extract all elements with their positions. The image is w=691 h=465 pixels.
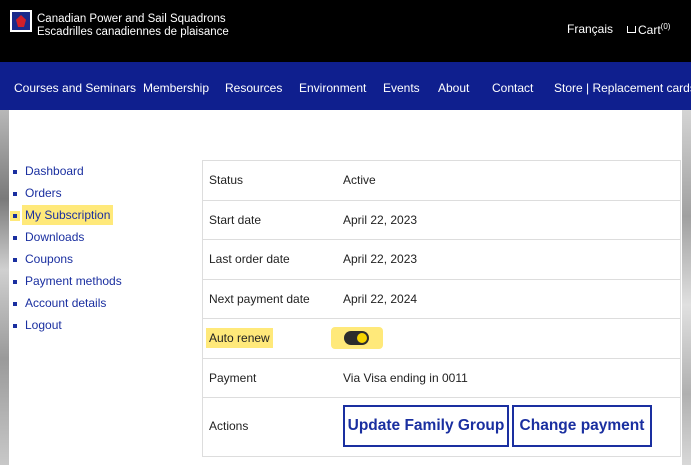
nav-about[interactable]: About: [438, 81, 469, 95]
sidebar-item-account-details[interactable]: Account details: [12, 295, 122, 317]
status-label: Status: [209, 173, 244, 187]
table-row: Auto renew: [203, 319, 680, 359]
table-row: Payment Via Visa ending in 0011: [203, 359, 680, 398]
table-row: Next payment date April 22, 2024: [203, 280, 680, 319]
subscription-table: Status Active Start date April 22, 2023 …: [202, 160, 681, 457]
cart-link[interactable]: Cart(0): [627, 22, 670, 37]
sidebar-item-coupons[interactable]: Coupons: [12, 251, 122, 273]
sidebar-item-orders[interactable]: Orders: [12, 185, 122, 207]
background-left-edge: [0, 110, 9, 465]
last-order-date-value: April 22, 2023: [343, 252, 418, 266]
table-row: Status Active: [203, 161, 680, 201]
next-payment-date-label: Next payment date: [209, 291, 310, 306]
table-row: Last order date April 22, 2023: [203, 240, 680, 280]
nav-store[interactable]: Store | Replacement cards: [554, 81, 691, 95]
table-row: Actions Update Family Group Change payme…: [203, 398, 680, 456]
table-row: Start date April 22, 2023: [203, 201, 680, 240]
status-value: Active: [343, 173, 376, 187]
sidebar-item-logout[interactable]: Logout: [12, 317, 122, 339]
cart-label: Cart: [638, 23, 661, 37]
actions-label: Actions: [209, 419, 249, 433]
payment-label: Payment: [209, 370, 257, 385]
auto-renew-label: Auto renew: [209, 331, 270, 345]
payment-value: Via Visa ending in 0011: [343, 370, 468, 385]
cart-count: (0): [660, 22, 671, 31]
sidebar-item-my-subscription[interactable]: My Subscription: [12, 207, 122, 229]
sidebar-item-payment-methods[interactable]: Payment methods: [12, 273, 122, 295]
brand-name[interactable]: Canadian Power and Sail Squadrons Escadr…: [37, 13, 229, 39]
update-family-group-button[interactable]: Update Family Group: [343, 405, 509, 447]
nav-environment[interactable]: Environment: [299, 81, 366, 95]
cart-icon: [627, 26, 636, 33]
nav-membership[interactable]: Membership: [143, 81, 209, 95]
sidebar-item-dashboard[interactable]: Dashboard: [12, 163, 122, 185]
auto-renew-toggle[interactable]: [344, 331, 369, 345]
top-bar: Canadian Power and Sail Squadrons Escadr…: [0, 0, 691, 62]
brand-line-english: Canadian Power and Sail Squadrons: [37, 13, 226, 25]
account-sidebar: Dashboard Orders My Subscription Downloa…: [12, 163, 122, 339]
sidebar-item-downloads[interactable]: Downloads: [12, 229, 122, 251]
nav-contact[interactable]: Contact: [492, 81, 533, 95]
auto-renew-highlight: [331, 327, 383, 349]
change-payment-button[interactable]: Change payment: [512, 405, 652, 447]
last-order-date-label: Last order date: [209, 252, 290, 266]
nav-courses[interactable]: Courses and Seminars: [14, 81, 136, 95]
main-nav: Courses and Seminars Membership Resource…: [0, 62, 691, 110]
toggle-knob: [357, 333, 367, 343]
start-date-value: April 22, 2023: [343, 212, 418, 227]
brand-line-french: Escadrilles canadiennes de plaisance: [37, 26, 229, 38]
logo-icon[interactable]: [10, 10, 32, 32]
nav-resources[interactable]: Resources: [225, 81, 282, 95]
background-right-edge: [682, 110, 691, 465]
start-date-label: Start date: [209, 212, 262, 227]
nav-events[interactable]: Events: [383, 81, 420, 95]
language-link[interactable]: Français: [567, 22, 613, 36]
next-payment-date-value: April 22, 2024: [343, 291, 418, 306]
